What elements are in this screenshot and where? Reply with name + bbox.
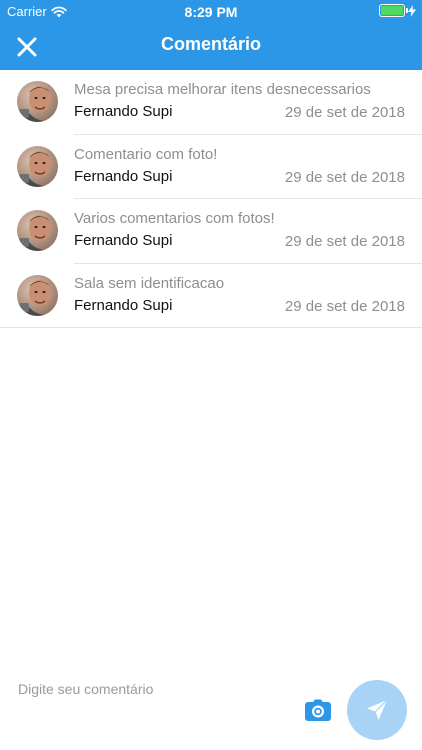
camera-icon [305, 699, 331, 721]
comment-date: 29 de set de 2018 [284, 168, 405, 186]
comment-row[interactable]: Mesa precisa melhorar itens desnecessari… [0, 70, 422, 135]
comment-text: Sala sem identificacao [74, 274, 225, 292]
send-icon [367, 699, 388, 720]
comment-author: Fernando Supi [74, 167, 173, 185]
comment-composer [0, 668, 422, 750]
comment-row[interactable]: Sala sem identificacao Fernando Supi 29 … [0, 264, 422, 328]
comment-row[interactable]: Comentario com foto! Fernando Supi 29 de… [0, 135, 422, 199]
comment-text: Mesa precisa melhorar itens desnecessari… [74, 81, 371, 98]
comment-author: Fernando Supi [74, 103, 173, 120]
comment-date: 29 de set de 2018 [284, 233, 405, 250]
comment-list: Mesa precisa melhorar itens desnecessari… [0, 70, 422, 328]
comment-author: Fernando Supi [74, 296, 173, 314]
avatar [17, 274, 58, 316]
status-right [379, 4, 416, 17]
comment-date: 29 de set de 2018 [284, 104, 405, 121]
comment-input[interactable] [18, 678, 288, 700]
comment-author: Fernando Supi [74, 232, 173, 249]
send-button[interactable] [347, 680, 407, 740]
comment-text: Comentario com foto! [74, 145, 218, 163]
app-header: Carrier 8:29 PM Comentário [0, 0, 422, 70]
avatar [17, 145, 58, 187]
charging-bolt-icon [408, 4, 416, 17]
camera-button[interactable] [305, 699, 331, 721]
comment-row[interactable]: Varios comentarios com fotos! Fernando S… [0, 199, 422, 264]
comment-date: 29 de set de 2018 [284, 297, 405, 315]
row-divider [0, 327, 422, 328]
avatar [17, 81, 58, 122]
status-time: 8:29 PM [184, 4, 238, 20]
status-bar: Carrier 8:29 PM [0, 0, 422, 22]
battery-fill [381, 6, 403, 15]
page-title: Comentário [160, 34, 261, 54]
avatar [17, 210, 58, 251]
comment-text: Varios comentarios com fotos! [74, 210, 275, 227]
navigation-bar: Comentário [0, 22, 422, 70]
battery-icon [379, 4, 408, 17]
